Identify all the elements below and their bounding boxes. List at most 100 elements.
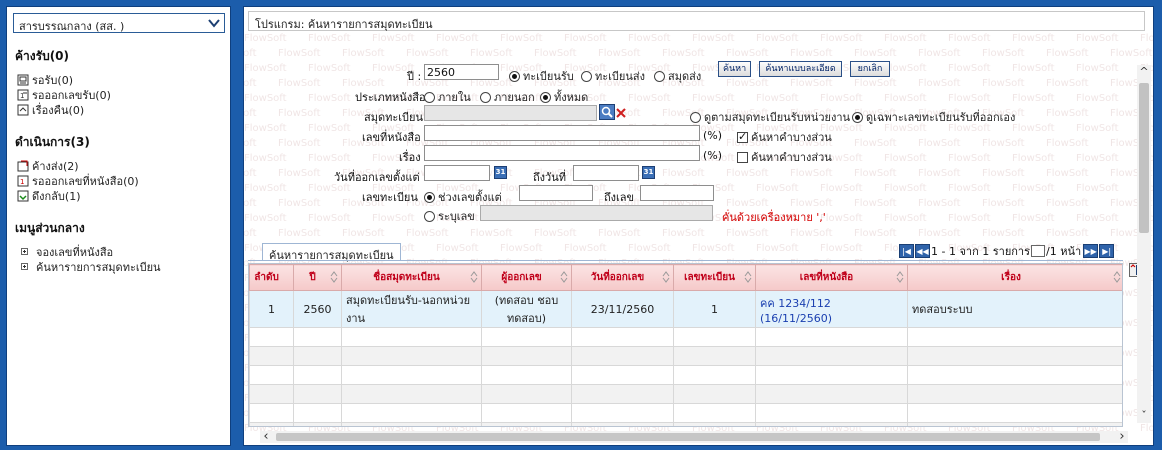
watermark-text: FlowSoft [244, 153, 287, 164]
column-header[interactable]: ปี [293, 264, 342, 291]
register-book-label: สมุดทะเบียน [364, 111, 423, 124]
sidebar-item-returned[interactable]: เรื่องคืน(0) [17, 102, 224, 117]
horizontal-scrollbar[interactable]: ‹ › [260, 429, 1128, 444]
empty-table-cell [481, 327, 572, 347]
search-button[interactable]: ค้นหา [718, 61, 751, 77]
sidebar-item-recall[interactable]: ดึงกลับ(1) [17, 188, 224, 203]
calendar-icon[interactable]: 31 [642, 166, 655, 179]
scroll-thumb[interactable] [1139, 83, 1149, 233]
column-header[interactable]: เรื่อง [907, 264, 1122, 291]
watermark-text: FlowSoft [982, 168, 1025, 179]
sort-icon[interactable] [662, 270, 670, 284]
subject-partial-checkbox[interactable]: ค้นหาคำบางส่วน [737, 148, 832, 166]
watermark-text: FlowSoft [1012, 33, 1055, 44]
main-panel: FlowSoft FlowSoft FlowSoft FlowSoft FlowSoft… [243, 6, 1154, 446]
watermark-text: FlowSoft [278, 228, 321, 239]
sort-icon[interactable] [896, 270, 904, 284]
radio-register-receive[interactable]: ทะเบียนรับ [509, 67, 574, 85]
radio-dot [424, 91, 435, 103]
radio-view-own-number[interactable]: ดูเฉพาะเลขทะเบียนรับที่ออกเอง [852, 108, 1015, 126]
empty-table-cell [293, 327, 342, 347]
cancel-button[interactable]: ยกเลิก [850, 61, 890, 77]
comma-note: คั่นด้วยเครื่องหมาย ',' [722, 211, 826, 224]
table-cell-book: สมุดทะเบียนรับ-นอกหน่วยงาน [341, 290, 482, 328]
subject-input[interactable] [424, 145, 700, 161]
last-page-icon[interactable]: ▶| [1099, 244, 1115, 258]
clear-x-icon[interactable] [616, 108, 626, 118]
radio-dot [424, 210, 435, 222]
sort-icon[interactable] [330, 270, 338, 284]
scroll-down-icon[interactable]: ˇ [1138, 410, 1150, 422]
empty-table-row [249, 327, 1122, 347]
radio-register-send[interactable]: ทะเบียนส่ง [581, 67, 645, 85]
watermark-text: FlowSoft [598, 228, 641, 239]
page-input[interactable] [1031, 245, 1046, 257]
column-header-label: ชื่อสมุดทะเบียน [373, 272, 440, 283]
sort-icon[interactable] [470, 270, 478, 284]
watermark-text: FlowSoft [628, 243, 671, 254]
table-cell-year: 2560 [293, 290, 342, 328]
watermark-text: FlowSoft [244, 123, 287, 134]
department-select[interactable]: สารบรรณกลาง (สส. ) [13, 13, 225, 33]
year-input[interactable]: 2560 [424, 64, 499, 80]
svg-text:1: 1 [20, 178, 24, 186]
table-row[interactable]: 1 2560 สมุดทะเบียนรับ-นอกหน่วยงาน (ทดสอบ ชอ… [249, 290, 1122, 328]
lookup-search-icon[interactable] [599, 104, 615, 120]
date-to-input[interactable] [573, 165, 639, 181]
empty-table-cell [755, 422, 908, 426]
column-header[interactable]: วันที่ออกเลข [571, 264, 674, 291]
column-header[interactable]: เลขทะเบียน [673, 264, 756, 291]
empty-table-cell [249, 403, 294, 423]
table-cell-doc-no[interactable]: คค 1234/112 (16/11/2560) [755, 290, 908, 328]
column-header[interactable]: เลขที่หนังสือ [755, 264, 908, 291]
radio-range[interactable]: ช่วงเลขตั้งแต่ [424, 188, 502, 206]
radio-doc-internal[interactable]: ภายใน [424, 88, 471, 106]
radio-view-unit-register[interactable]: ดูตามสมุดทะเบียนรับหน่วยงาน [690, 108, 850, 126]
prev-page-icon[interactable]: ◀◀ [915, 244, 930, 258]
empty-table-row [249, 346, 1122, 366]
range-from-input[interactable] [519, 185, 593, 201]
first-page-icon[interactable]: |◀ [899, 244, 914, 258]
numbered-document-icon: 1 [17, 89, 29, 100]
range-to-input[interactable] [640, 185, 714, 201]
watermark-text: FlowSoft [406, 228, 449, 239]
radio-doc-external[interactable]: ภายนอก [480, 88, 535, 106]
watermark-text: FlowSoft [820, 93, 863, 104]
radio-dot [654, 70, 665, 82]
radio-send-book[interactable]: สมุดส่ง [654, 67, 701, 85]
column-header[interactable]: ชื่อสมุดทะเบียน [341, 264, 482, 291]
radio-doc-all[interactable]: ทั้งหมด [540, 88, 588, 106]
column-header[interactable]: ลำดับ [249, 264, 294, 291]
sort-icon[interactable] [1113, 270, 1121, 284]
scroll-left-icon[interactable]: ‹ [260, 429, 272, 444]
scroll-up-icon[interactable]: ^ [1138, 66, 1150, 78]
tab-search-register[interactable]: ค้นหารายการสมุดทะเบียน [262, 243, 401, 262]
watermark-text: FlowSoft [1076, 93, 1119, 104]
vertical-scrollbar[interactable]: ^ ˇ [1137, 65, 1151, 423]
scroll-thumb[interactable] [276, 433, 1100, 441]
column-header[interactable]: ผู้ออกเลข [481, 264, 572, 291]
date-from-input[interactable] [424, 165, 490, 181]
watermark-text: FlowSoft [692, 93, 735, 104]
watermark-text: FlowSoft [470, 228, 513, 239]
sort-icon[interactable] [744, 270, 752, 284]
empty-table-cell [755, 346, 908, 366]
scroll-right-icon[interactable]: › [1116, 429, 1128, 444]
watermark-text: FlowSoft [244, 228, 257, 239]
doc-number-label: เลขที่หนังสือ [362, 131, 421, 144]
next-page-icon[interactable]: ▶▶ [1083, 244, 1099, 258]
calendar-icon[interactable]: 31 [494, 166, 507, 179]
sidebar-item-search-register[interactable]: ค้นหารายการสมุดทะเบียน [21, 259, 224, 274]
watermark-text: FlowSoft [854, 78, 897, 89]
sort-icon[interactable] [560, 270, 568, 284]
radio-specify[interactable]: ระบุเลข [424, 207, 475, 225]
doc-number-input[interactable] [424, 125, 700, 141]
watermark-text: FlowSoft [884, 213, 927, 224]
doc-number-partial-checkbox[interactable]: ค้นหาคำบางส่วน [737, 128, 832, 146]
watermark-text: FlowSoft [406, 48, 449, 59]
watermark-text: FlowSoft [884, 63, 927, 74]
watermark-text: FlowSoft [982, 198, 1025, 209]
advanced-search-button[interactable]: ค้นหาแบบละเอียด [759, 61, 842, 77]
watermark-text: FlowSoft [372, 33, 415, 44]
watermark-text: FlowSoft [1012, 93, 1055, 104]
